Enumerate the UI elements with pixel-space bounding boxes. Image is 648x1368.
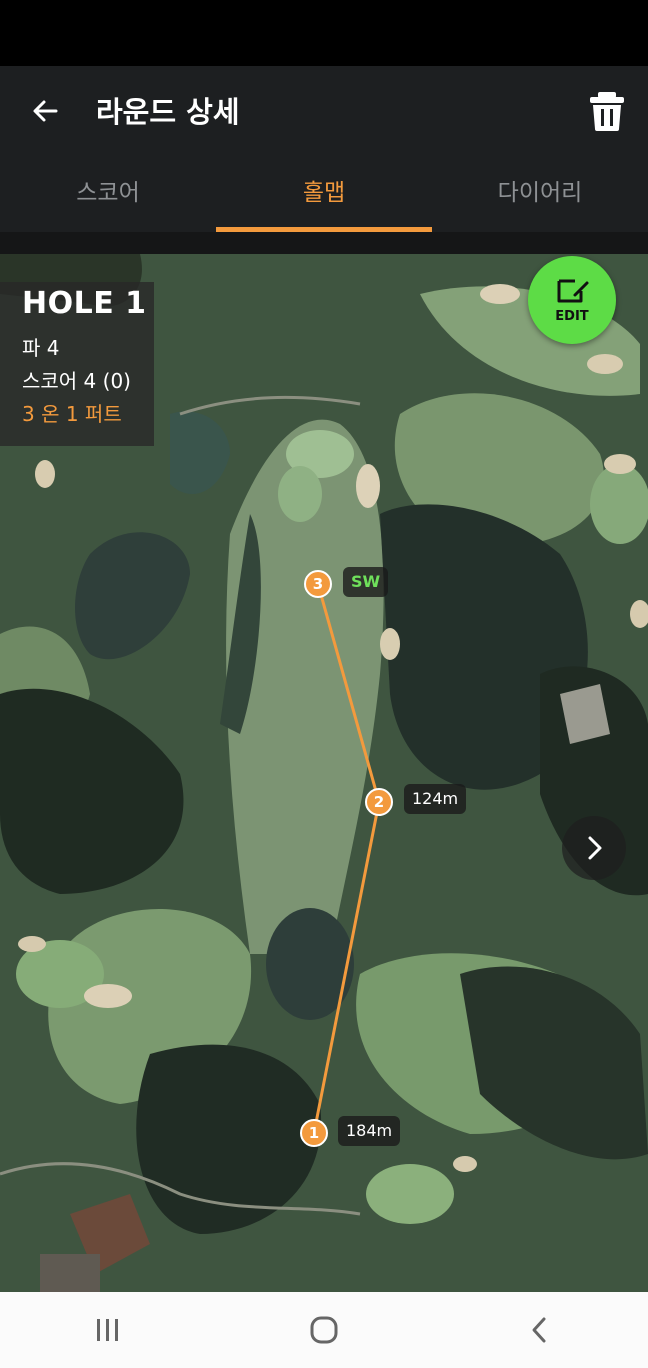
score-value: 스코어 4 (0) — [22, 369, 131, 393]
tab-diary[interactable]: 다이어리 — [432, 158, 648, 232]
delete-button[interactable] — [584, 88, 630, 134]
edit-label: EDIT — [555, 308, 589, 324]
hole-map[interactable]: HOLE 1 파 4 스코어 4 (0) 3 온 1 퍼트 EDIT 1 184… — [0, 254, 648, 1292]
next-hole-button[interactable] — [562, 816, 626, 880]
tab-score[interactable]: 스코어 — [0, 158, 216, 232]
shot-distance-label: 124m — [404, 784, 467, 814]
recents-button[interactable] — [48, 1300, 168, 1360]
arrow-left-icon — [33, 100, 58, 122]
trash-icon — [590, 92, 624, 131]
app-bar: 라운드 상세 — [0, 66, 648, 158]
page-title: 라운드 상세 — [96, 95, 240, 129]
recents-icon — [97, 1319, 118, 1341]
shot-marker-2[interactable]: 2 — [365, 788, 393, 816]
system-back-button[interactable] — [480, 1300, 600, 1360]
shot-distance-label: 184m — [338, 1116, 401, 1146]
putt-summary: 3 온 1 퍼트 — [22, 402, 122, 426]
edit-square-icon — [557, 279, 589, 302]
home-icon — [310, 1316, 338, 1344]
shot-club-label: SW — [343, 567, 389, 597]
par-value: 파 4 — [22, 336, 60, 360]
home-button[interactable] — [264, 1300, 384, 1360]
divider — [0, 232, 648, 254]
shot-marker-1[interactable]: 1 — [300, 1119, 328, 1147]
back-button[interactable] — [22, 88, 68, 134]
hole-info-card: HOLE 1 파 4 스코어 4 (0) 3 온 1 퍼트 — [0, 282, 154, 446]
hole-title: HOLE 1 — [22, 286, 147, 321]
tab-bar: 스코어 홀맵 다이어리 — [0, 158, 648, 233]
shot-marker-3[interactable]: 3 — [304, 570, 332, 598]
system-nav-bar — [0, 1292, 648, 1368]
tab-hole-map[interactable]: 홀맵 — [216, 158, 432, 232]
edit-button[interactable]: EDIT — [528, 256, 616, 344]
status-bar — [0, 0, 648, 66]
chevron-right-icon — [588, 836, 602, 860]
back-icon — [532, 1317, 546, 1343]
